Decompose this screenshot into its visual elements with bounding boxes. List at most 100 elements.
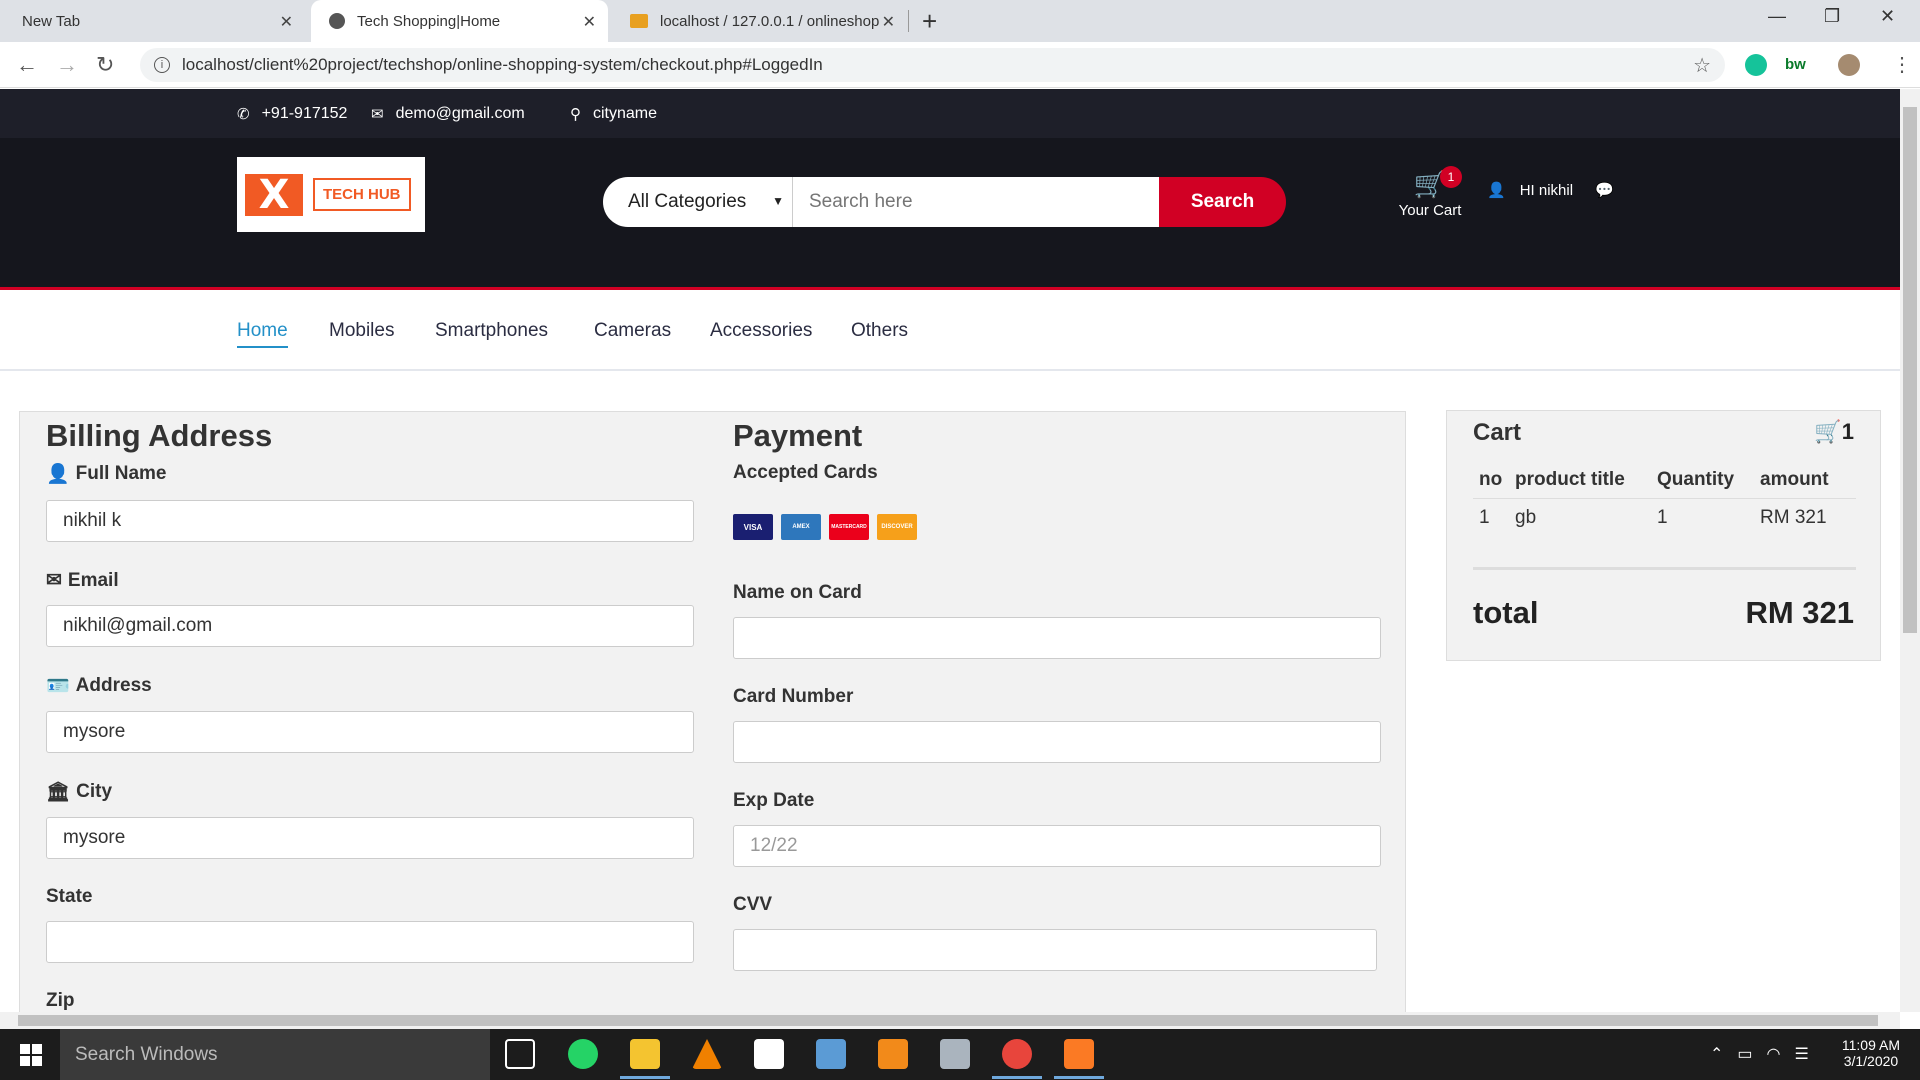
whatsapp-icon[interactable] <box>568 1039 598 1069</box>
url-text: localhost/client%20project/techshop/onli… <box>182 55 823 74</box>
envelope-icon: ✉ <box>46 570 62 591</box>
user-menu[interactable]: 👤 HI nikhil 💬 <box>1487 181 1614 200</box>
clock[interactable]: 11:09 AM 3/1/2020 <box>1842 1037 1900 1069</box>
search-form: All Categories ▼ Search <box>603 177 1286 227</box>
cart-label: Your Cart <box>1398 202 1462 219</box>
col-header: Quantity <box>1657 468 1735 490</box>
main-nav: Home Mobiles Smartphones Cameras Accesso… <box>0 293 1900 371</box>
bookmark-star-icon[interactable]: ☆ <box>1693 53 1711 78</box>
city-field[interactable]: mysore <box>46 817 694 859</box>
cart-link[interactable]: 🛒 1 Your Cart <box>1390 166 1470 219</box>
windows-taskbar: Search Windows ⌃ ▭ ◠ ☰ 11:09 AM 3/1/2020 <box>0 1029 1920 1080</box>
nav-smartphones[interactable]: Smartphones <box>435 320 548 342</box>
forward-icon[interactable]: → <box>56 52 78 78</box>
divider <box>1473 567 1856 570</box>
close-window-icon[interactable]: ✕ <box>1880 6 1895 27</box>
full-name-field[interactable]: nikhil k <box>46 500 694 542</box>
vlc-icon[interactable] <box>692 1039 722 1069</box>
checkout-form: Billing Address 👤 Full Name nikhil k ✉ Ema… <box>19 411 1406 1012</box>
cart-count-text: 1 <box>1841 419 1854 444</box>
cvv-label: CVV <box>733 894 773 915</box>
wifi-icon[interactable]: ◠ <box>1767 1044 1781 1064</box>
email-text: demo@gmail.com <box>395 105 525 122</box>
close-icon[interactable]: ✕ <box>280 12 293 32</box>
nav-home[interactable]: Home <box>237 320 288 348</box>
search-input[interactable] <box>793 177 1159 227</box>
scrollbar-thumb[interactable] <box>1903 107 1917 633</box>
top-info-bar: ✆ +91-917152 ✉ demo@gmail.com ⚲ cityname <box>0 89 1900 138</box>
nav-cameras[interactable]: Cameras <box>594 320 671 342</box>
phone-text: +91-917152 <box>261 105 348 122</box>
minimize-icon[interactable]: — <box>1768 6 1786 27</box>
state-field[interactable] <box>46 921 694 963</box>
chrome-icon[interactable] <box>992 1039 1042 1079</box>
nav-accessories[interactable]: Accessories <box>710 320 812 342</box>
tab-tech-shopping[interactable]: Tech Shopping|Home ✕ <box>311 0 608 42</box>
chat-icon[interactable]: 💬 <box>1595 181 1614 199</box>
email-info: ✉ demo@gmail.com <box>371 105 525 123</box>
remote-desktop-icon[interactable] <box>940 1039 970 1069</box>
network-app-icon[interactable] <box>816 1039 846 1069</box>
close-icon[interactable]: ✕ <box>882 12 895 32</box>
url-field[interactable]: i localhost/client%20project/techshop/on… <box>140 48 1725 82</box>
exp-date-label: Exp Date <box>733 790 815 811</box>
accepted-cards-label: Accepted Cards <box>733 462 878 483</box>
institution-icon: 🏛 <box>46 782 71 803</box>
system-tray: ⌃ ▭ ◠ ☰ <box>1710 1044 1809 1064</box>
address-label: 🪪 Address <box>46 674 696 698</box>
nav-mobiles[interactable]: Mobiles <box>329 320 394 342</box>
label-text: Email <box>67 569 119 591</box>
sublime-text-icon[interactable] <box>878 1039 908 1069</box>
discover-icon: DISCOVER <box>877 514 917 540</box>
chevron-up-icon[interactable]: ⌃ <box>1710 1044 1723 1064</box>
bw-extension-icon[interactable]: bw <box>1785 56 1815 78</box>
store-icon[interactable] <box>754 1039 784 1069</box>
site-logo[interactable]: X TECH HUB <box>237 157 425 232</box>
search-button[interactable]: Search <box>1159 177 1286 227</box>
battery-icon[interactable]: ▭ <box>1737 1044 1752 1064</box>
site-header: X TECH HUB All Categories ▼ Search 🛒 1 Y… <box>0 138 1900 290</box>
nav-others[interactable]: Others <box>851 320 908 342</box>
horizontal-scrollbar[interactable] <box>0 1012 1900 1029</box>
taskbar-search[interactable]: Search Windows <box>60 1029 490 1080</box>
file-explorer-icon[interactable] <box>620 1039 670 1079</box>
full-name-label: 👤 Full Name <box>46 462 696 486</box>
address-field[interactable]: mysore <box>46 711 694 753</box>
phone-icon: ✆ <box>237 106 250 123</box>
caret-down-icon: ▼ <box>772 194 784 208</box>
exp-date-field[interactable]: 12/22 <box>733 825 1381 867</box>
cvv-field[interactable] <box>733 929 1377 971</box>
name-on-card-field[interactable] <box>733 617 1381 659</box>
zip-label: Zip <box>46 990 75 1011</box>
cell: RM 321 <box>1760 507 1827 528</box>
profile-avatar[interactable] <box>1838 54 1860 76</box>
label-text: Full Name <box>75 463 167 484</box>
label-text: Address <box>75 675 152 696</box>
page-content: ✆ +91-917152 ✉ demo@gmail.com ⚲ cityname… <box>0 89 1900 1012</box>
scrollbar-thumb[interactable] <box>18 1015 1878 1026</box>
location-info: ⚲ cityname <box>570 105 657 123</box>
phpmyadmin-icon <box>630 14 648 28</box>
restore-icon[interactable]: ❐ <box>1824 6 1840 27</box>
new-tab-button[interactable]: + <box>922 6 937 37</box>
close-icon[interactable]: ✕ <box>583 12 596 32</box>
email-field[interactable]: nikhil@gmail.com <box>46 605 694 647</box>
info-icon[interactable]: i <box>154 57 170 73</box>
grammarly-icon[interactable] <box>1745 54 1767 76</box>
vertical-scrollbar[interactable] <box>1900 89 1920 1012</box>
task-view-icon[interactable] <box>505 1039 535 1069</box>
table-row: 1 gb 1 RM 321 <box>1473 499 1856 537</box>
xampp-icon[interactable] <box>1054 1039 1104 1079</box>
back-icon[interactable]: ← <box>16 52 38 78</box>
category-select[interactable]: All Categories ▼ <box>603 177 793 227</box>
browser-menu-icon[interactable]: ⋮ <box>1892 52 1912 77</box>
greeting-text: HI nikhil <box>1519 181 1574 199</box>
map-marker-icon: ⚲ <box>570 106 581 123</box>
reload-icon[interactable]: ↻ <box>96 52 114 78</box>
windows-start-icon[interactable] <box>20 1044 42 1066</box>
tab-phpmyadmin[interactable]: localhost / 127.0.0.1 / onlineshop ✕ <box>612 0 907 42</box>
notification-icon[interactable]: ☰ <box>1795 1044 1809 1064</box>
cart-table: no product title Quantity amount 1 gb 1 … <box>1473 461 1856 537</box>
card-number-field[interactable] <box>733 721 1381 763</box>
tab-new-tab[interactable]: New Tab ✕ <box>10 0 305 42</box>
